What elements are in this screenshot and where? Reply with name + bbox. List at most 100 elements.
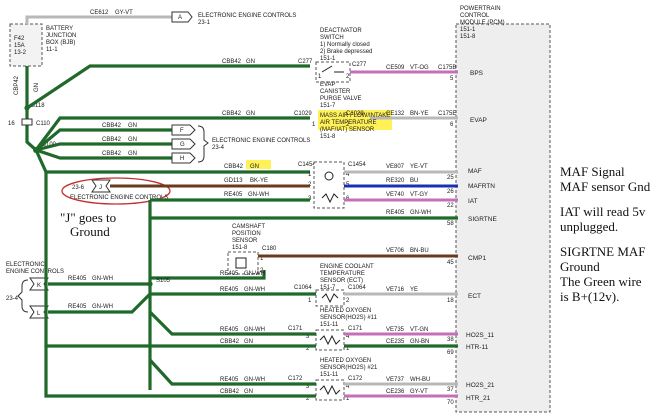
note-maf-1: MAF Signal [560,164,625,179]
maf-re405-color: GN-WH [248,192,269,198]
h-color: GN [128,151,137,157]
pcm-pin-maf: 25 [447,175,454,181]
re405b-color: GN-WH [410,210,431,216]
evap-pin-in: 1 [312,122,316,128]
note-iat-1: IAT will read 5v [560,204,646,219]
wiring-diagram: POWERTRAIN CONTROL MODULE (PCM) 151-1 15… [6,6,650,413]
ho2s11-wire-a-color: GN-WH [244,327,265,333]
evap-pcm-pin: 6 [450,122,454,128]
cmp-conn: C180 [262,246,277,252]
j-page: 23-6 [72,185,85,191]
evap-wire-in-color: GN [246,111,255,117]
eec-page-top: 23-1 [198,20,211,26]
kl-page: 23-4 [6,296,19,302]
ce612-color: GY-VT [115,10,133,16]
ect-title2: TEMPERATURE [320,271,365,277]
cmp-title3: SENSOR [232,238,258,244]
evap-wire-in: CBB42 [222,111,242,117]
conn-g-label: G [180,142,185,148]
cmp-re405-color: GN-WH [244,271,265,277]
note-sig-2: Ground [560,259,600,274]
maf-re405: RE405 [224,192,243,198]
evap-page: 151-7 [320,103,336,109]
ho2s11-wire-c: VE735 [386,327,405,333]
fuse-amp: 15A [14,43,25,49]
ect-wire-in-color: GN-WH [244,287,265,293]
ect-sensor [315,289,345,307]
ve716-color: YE [410,287,418,293]
ho2s21-wire-c: VE737 [386,377,405,383]
deact-pcm-pin: 5 [450,76,454,82]
conn-f-label: F [180,128,184,134]
pcm-pin-iat: 22 [447,203,454,209]
ho2s21-title2: SENSOR(HO2S) #21 [320,365,378,371]
pcm-signal-mafrtn: MAFRTN [468,183,495,190]
ho2s21-pcm-signal2: HTR_21 [466,395,491,402]
fuse-label: F42 [14,36,25,42]
pcm-page: 151-1 [460,27,476,33]
evap-wire-out-color: BN-YE [410,111,428,117]
note-j-line1: "J" goes to [60,210,116,225]
ho2s11-title: HEATED OXYGEN [320,308,371,314]
ect-pin2: 2 [346,298,350,304]
ve716-label: VE716 [386,287,405,293]
ho2s11-pcm-signal2: HTR-11 [466,344,489,351]
connector-c110 [21,118,33,126]
cmp-title2: POSITION [232,231,261,237]
ce612-label: CE612 [90,10,109,16]
maf-wire-in: CBB42 [224,164,244,170]
cbp42-label: CBP42 [14,75,20,95]
ve740-label: VE740 [386,192,405,198]
bjb-line2: JUNCTION [46,33,76,39]
note-sig-1: SIGRTNE MAF [560,244,646,259]
ve807-label: VE807 [386,164,405,170]
ect-pin1: 1 [308,298,312,304]
pcm-title3: MODULE (PCM) [460,20,505,26]
pcm-signal-maf: MAF [468,168,482,175]
s105-label: S105 [156,278,171,284]
ho2s21-pcm-pin1: 37 [447,387,454,393]
c110-label: C110 [36,121,51,127]
deact-conn-in: C277 [298,59,313,65]
h-wire: CBB42 [102,151,122,157]
ho2s21-conn-r: C172 [348,376,363,382]
ho2s11-wire-a: RE405 [220,327,239,333]
evap-title3: PURGE VALVE [320,96,361,102]
deact-title: DEACTIVATOR [320,28,362,34]
maf-page: 151-8 [320,134,336,140]
note-maf-2: MAF sensor Gnd [560,179,650,194]
maf-conn-r: C1454 [348,162,366,168]
conn-h-label: H [180,156,184,162]
kl-eec-label2: ENGINE CONTROLS [6,269,64,275]
k-wire: RE405 [68,276,87,282]
deact-pcm-conn: C175B [438,65,456,71]
ho2s11-wire-b-color: GN [244,339,253,345]
evap-pcm-conn: C175E [438,111,456,117]
ve706-color: BN-BU [410,248,429,254]
pcm-title: POWERTRAIN [460,6,501,12]
pcm-signal-iat: IAT [468,198,478,205]
eec-label-top: ELECTRONIC ENGINE CONTROLS [198,13,296,19]
wire-cbb42-deactivator [26,64,310,110]
deact-page: 151-1 [320,56,336,62]
evap-pcm-signal: EVAP [470,117,487,124]
gn-label: GN [34,83,40,92]
ect-pcm-signal: ECT [468,293,481,300]
conn-a-label: A [178,15,182,21]
maf-pin-l1: 1 [308,172,312,178]
bjb-line1: BATTERY [46,26,73,32]
wire-cbb42-g [35,142,172,152]
cmp-pcm-signal: CMP1 [468,255,486,262]
wire-cbb42-ho2s21 [44,346,316,398]
ho2s11-pcm-signal1: HO2S_11 [466,332,494,339]
ect-pcm-pin: 18 [447,298,454,304]
gd113-label: GD113 [224,178,243,184]
conn-j-label: J [99,185,102,191]
ho2s11-pcm-pin2: 69 [447,350,454,356]
g-color: GN [128,137,137,143]
fgh-eec-label: ELECTRONIC ENGINE CONTROLS [212,138,310,144]
l-wire-color: GN-WH [92,304,113,310]
fgh-bracket [197,125,209,163]
ho2s11-conn-l: C171 [288,326,303,332]
ho2s21-pcm-pin2: 70 [447,400,454,406]
